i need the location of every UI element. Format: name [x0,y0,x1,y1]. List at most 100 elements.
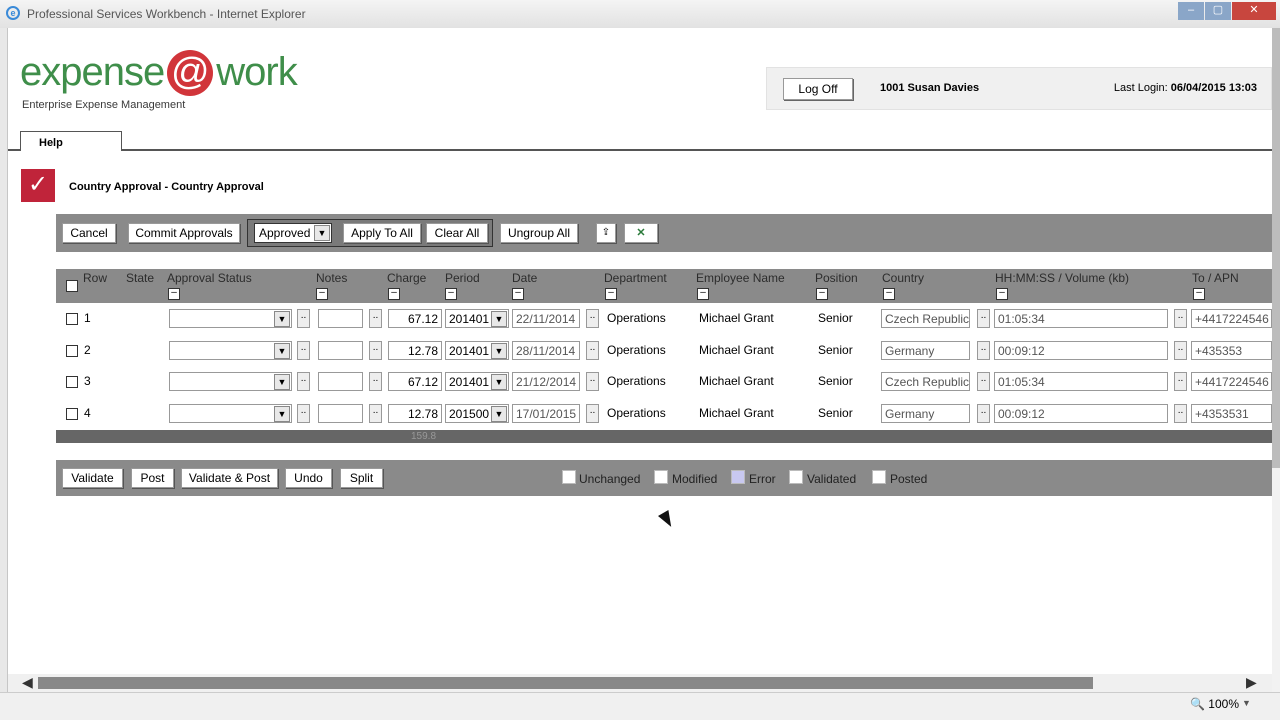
duration-lookup-button[interactable]: .. [1174,309,1187,328]
col-department[interactable]: Department [604,271,667,285]
duration-field[interactable]: 01:05:34 [994,309,1168,328]
duration-lookup-button[interactable]: .. [1174,341,1187,360]
col-row[interactable]: Row [83,271,107,285]
horizontal-scroll-thumb[interactable] [38,677,1093,689]
country-field[interactable]: Czech Republic [881,372,970,391]
col-position[interactable]: Position [815,271,858,285]
filter-charge[interactable]: – [388,288,400,300]
table-row[interactable]: 1 ▼ .. .. 67.12 201401 ▼ 22/11/2014 .. Op… [56,303,1272,334]
date-lookup-button[interactable]: .. [586,341,599,360]
table-row[interactable]: 2 ▼ .. .. 12.78 201401 ▼ 28/11/2014 .. Op… [56,335,1272,366]
filter-position[interactable]: – [816,288,828,300]
col-date[interactable]: Date [512,271,537,285]
notes-field[interactable] [318,404,363,423]
zoom-dropdown-icon[interactable]: ▼ [1242,698,1251,708]
scroll-right-icon[interactable]: ▶ [1246,674,1257,691]
select-all-checkbox[interactable] [66,280,78,292]
validate-button[interactable]: Validate [62,468,123,488]
approval-lookup-button[interactable]: .. [297,372,310,391]
filter-date[interactable]: – [512,288,524,300]
date-field[interactable]: 21/12/2014 [512,372,580,391]
date-lookup-button[interactable]: .. [586,372,599,391]
notes-lookup-button[interactable]: .. [369,372,382,391]
duration-field[interactable]: 00:09:12 [994,404,1168,423]
scroll-left-icon[interactable]: ◀ [22,674,33,691]
approval-status-select[interactable]: ▼ [169,341,292,360]
col-approval-status[interactable]: Approval Status [167,271,252,285]
col-charge[interactable]: Charge [387,271,426,285]
country-lookup-button[interactable]: .. [977,341,990,360]
duration-field[interactable]: 00:09:12 [994,341,1168,360]
table-row[interactable]: 3 ▼ .. .. 67.12 201401 ▼ 21/12/2014 .. Op… [56,366,1272,397]
col-country[interactable]: Country [882,271,924,285]
tab-help[interactable]: Help [20,131,122,151]
apply-to-all-button[interactable]: Apply To All [343,223,421,243]
close-button[interactable]: ✕ [1232,2,1276,20]
validate-post-button[interactable]: Validate & Post [181,468,278,488]
period-select[interactable]: 201401 ▼ [445,372,509,391]
date-field[interactable]: 17/01/2015 [512,404,580,423]
country-lookup-button[interactable]: .. [977,372,990,391]
country-lookup-button[interactable]: .. [977,404,990,423]
country-field[interactable]: Czech Republic [881,309,970,328]
approval-status-select[interactable]: ▼ [169,404,292,423]
approval-lookup-button[interactable]: .. [297,404,310,423]
pin-icon[interactable]: ⇪ [596,223,616,243]
notes-field[interactable] [318,309,363,328]
duration-field[interactable]: 01:05:34 [994,372,1168,391]
date-lookup-button[interactable]: .. [586,309,599,328]
notes-lookup-button[interactable]: .. [369,341,382,360]
row-checkbox[interactable] [66,376,78,388]
notes-lookup-button[interactable]: .. [369,404,382,423]
duration-lookup-button[interactable]: .. [1174,372,1187,391]
charge-field[interactable]: 12.78 [388,404,442,423]
row-checkbox[interactable] [66,313,78,325]
period-select[interactable]: 201500 ▼ [445,404,509,423]
excel-icon[interactable]: ✕ [624,223,658,243]
notes-field[interactable] [318,341,363,360]
filter-period[interactable]: – [445,288,457,300]
filter-apn[interactable]: – [1193,288,1205,300]
zoom-level[interactable]: 🔍 100% [1190,697,1239,711]
split-button[interactable]: Split [340,468,383,488]
row-checkbox[interactable] [66,408,78,420]
approval-status-select[interactable]: ▼ [169,309,292,328]
country-field[interactable]: Germany [881,341,970,360]
logoff-button[interactable]: Log Off [783,78,853,100]
notes-field[interactable] [318,372,363,391]
filter-duration[interactable]: – [996,288,1008,300]
country-lookup-button[interactable]: .. [977,309,990,328]
vertical-scroll-thumb[interactable] [1272,28,1280,468]
filter-employee-name[interactable]: – [697,288,709,300]
approval-status-select[interactable]: ▼ [169,372,292,391]
cancel-button[interactable]: Cancel [62,223,116,243]
col-employee-name[interactable]: Employee Name [696,271,785,285]
duration-lookup-button[interactable]: .. [1174,404,1187,423]
charge-field[interactable]: 67.12 [388,309,442,328]
col-notes[interactable]: Notes [316,271,347,285]
vertical-scrollbar[interactable] [1272,28,1280,692]
apn-field[interactable]: +4353531 [1191,404,1272,423]
charge-field[interactable]: 67.12 [388,372,442,391]
filter-country[interactable]: – [883,288,895,300]
col-state[interactable]: State [126,271,154,285]
row-checkbox[interactable] [66,345,78,357]
undo-button[interactable]: Undo [285,468,332,488]
date-field[interactable]: 28/11/2014 [512,341,580,360]
period-select[interactable]: 201401 ▼ [445,341,509,360]
clear-all-button[interactable]: Clear All [426,223,488,243]
date-lookup-button[interactable]: .. [586,404,599,423]
commit-approvals-button[interactable]: Commit Approvals [128,223,240,243]
minimize-button[interactable]: – [1178,2,1204,20]
col-apn[interactable]: To / APN [1192,271,1239,285]
apn-field[interactable]: +4417224546 [1191,372,1272,391]
apn-field[interactable]: +4417224546 [1191,309,1272,328]
period-select[interactable]: 201401 ▼ [445,309,509,328]
ungroup-all-button[interactable]: Ungroup All [500,223,578,243]
maximize-button[interactable]: ▢ [1205,2,1231,20]
date-field[interactable]: 22/11/2014 [512,309,580,328]
filter-approval-status[interactable]: – [168,288,180,300]
approval-lookup-button[interactable]: .. [297,309,310,328]
col-period[interactable]: Period [445,271,480,285]
charge-field[interactable]: 12.78 [388,341,442,360]
